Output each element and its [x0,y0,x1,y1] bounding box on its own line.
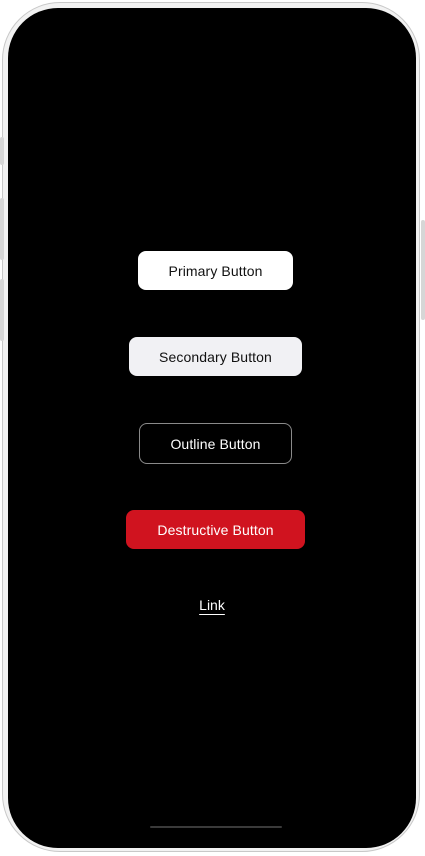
screen: Primary Button Secondary Button Outline … [8,8,416,848]
volume-up-button [0,198,4,260]
home-indicator[interactable] [150,826,282,828]
link-container: Link [8,597,416,613]
link[interactable]: Link [199,597,225,613]
primary-button[interactable]: Primary Button [138,251,293,290]
destructive-button[interactable]: Destructive Button [126,510,305,549]
power-button [421,220,425,320]
mute-switch [0,137,4,165]
outline-button[interactable]: Outline Button [139,423,292,464]
volume-down-button [0,279,4,341]
secondary-button[interactable]: Secondary Button [129,337,302,376]
